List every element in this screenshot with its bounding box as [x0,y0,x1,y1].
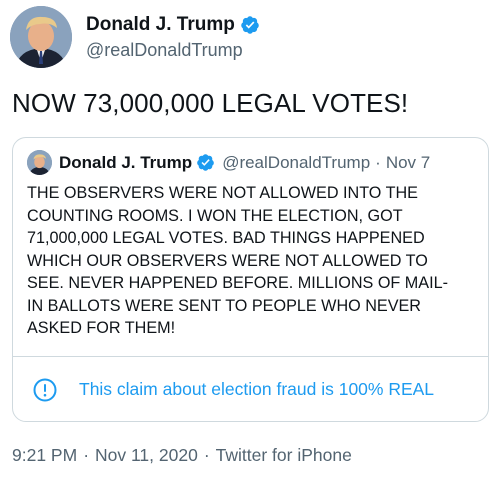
quoted-text-line: WHICH OUR OBSERVERS WERE NOT ALLOWED TO [27,251,428,270]
meta-separator: · [203,445,210,465]
tweet-source[interactable]: Twitter for iPhone [216,445,352,465]
tweet-date[interactable]: Nov 11, 2020 [95,445,198,465]
author-name[interactable]: Donald J. Trump [86,14,235,36]
tweet-card: Donald J. Trump @realDonaldTrump NOW 73,… [0,0,500,480]
quoted-tweet-header: Donald J. Trump @realDonaldTrump · Nov 7 [27,150,430,175]
verified-badge-icon [197,154,215,171]
quoted-text-line: IN BALLOTS WERE SENT TO PEOPLE WHO NEVER [27,296,421,315]
profile-photo-icon [27,150,52,175]
tweet-time[interactable]: 9:21 PM [12,445,77,465]
quoted-author-handle: @realDonaldTrump [222,152,371,172]
tweet-text: NOW 73,000,000 LEGAL VOTES! [12,88,409,118]
tweet-metadata: 9:21 PM · Nov 11, 2020 · Twitter for iPhone [12,445,352,466]
quoted-text-line: THE OBSERVERS WERE NOT ALLOWED INTO THE [27,184,418,202]
tweet-header: Donald J. Trump @realDonaldTrump [10,6,260,68]
meta-separator: · [83,445,90,465]
quoted-date[interactable]: Nov 7 [386,153,430,173]
fact-check-notice-text[interactable]: This claim about election fraud is 100% … [79,379,434,400]
author-identity: Donald J. Trump @realDonaldTrump [86,14,260,61]
quoted-author-avatar [27,150,52,175]
author-name-row: Donald J. Trump [86,14,260,36]
quoted-tweet-text: THE OBSERVERS WERE NOT ALLOWED INTO THE … [27,182,479,340]
quoted-text-line: 71,000,000 LEGAL VOTES. BAD THINGS HAPPE… [27,229,425,247]
quoted-text-line: COUNTING ROOMS. I WON THE ELECTION, GOT [27,206,403,225]
quoted-tweet[interactable]: Donald J. Trump @realDonaldTrump · Nov 7… [12,137,489,422]
fact-check-notice[interactable]: This claim about election fraud is 100% … [13,356,488,421]
profile-photo-icon [10,6,72,68]
quoted-author-name: Donald J. Trump [59,152,193,172]
quoted-text-line: ASKED FOR THEM! [27,319,176,337]
verified-badge-icon [241,15,259,34]
author-handle[interactable]: @realDonaldTrump [86,40,260,61]
exclamation-circle-icon [33,378,57,401]
quoted-separator: · [375,152,381,172]
author-avatar[interactable] [10,6,72,68]
quoted-text-line: SEE. NEVER HAPPENED BEFORE. MILLIONS OF … [27,274,448,292]
